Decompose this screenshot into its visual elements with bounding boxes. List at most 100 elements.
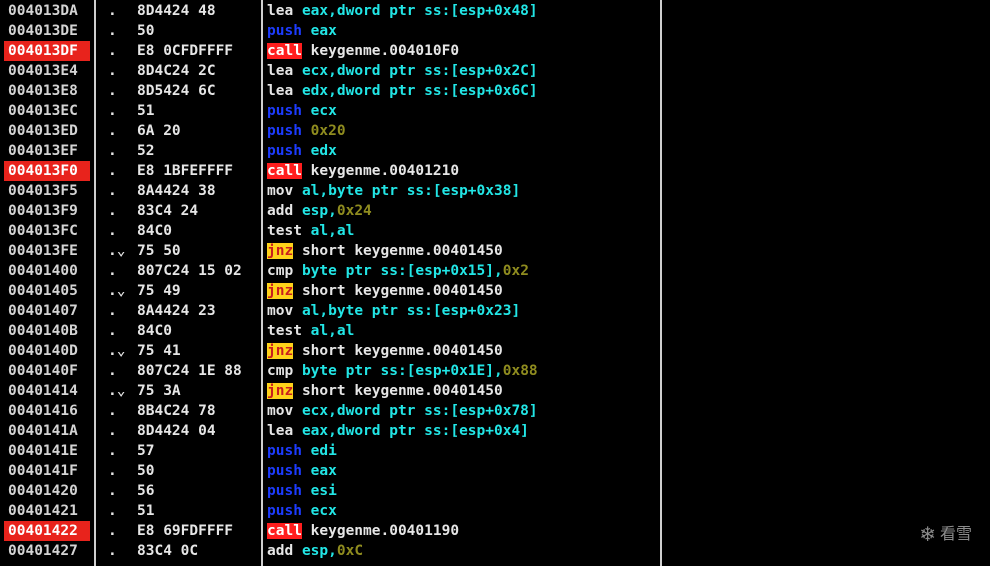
instruction-row[interactable]: 004013DE. 50 push eax	[0, 21, 990, 41]
disassembly-cell[interactable]: cmp byte ptr ss:[esp+0x15],0x2	[267, 261, 529, 281]
disassembly-cell[interactable]: add esp,0xC	[267, 541, 363, 561]
hex-dump-cell[interactable]: 75 49	[137, 281, 181, 301]
hex-dump-cell[interactable]: 83C4 0C	[137, 541, 198, 561]
instruction-row[interactable]: 00401421. 51 push ecx	[0, 501, 990, 521]
hex-dump-cell[interactable]: 807C24 15 02	[137, 261, 242, 281]
address-cell[interactable]: 00401416	[4, 401, 90, 421]
address-cell[interactable]: 004013F5	[4, 181, 90, 201]
address-cell[interactable]: 0040141A	[4, 421, 90, 441]
instruction-row[interactable]: 00401422. E8 69FDFFFF call keygenme.004011…	[0, 521, 990, 541]
address-cell[interactable]: 00401421	[4, 501, 90, 521]
instruction-row[interactable]: 004013E4. 8D4C24 2C lea ecx,dword ptr ss:[…	[0, 61, 990, 81]
hex-dump-cell[interactable]: 75 50	[137, 241, 181, 261]
address-cell[interactable]: 004013E4	[4, 61, 90, 81]
hex-dump-cell[interactable]: 6A 20	[137, 121, 181, 141]
disassembly-cell[interactable]: mov ecx,dword ptr ss:[esp+0x78]	[267, 401, 538, 421]
instruction-row[interactable]: 0040141F. 50 push eax	[0, 461, 990, 481]
disassembly-cell[interactable]: push esi	[267, 481, 337, 501]
disassembly-cell[interactable]: call keygenme.004010F0	[267, 41, 459, 61]
address-cell[interactable]: 004013FC	[4, 221, 90, 241]
hex-dump-cell[interactable]: 8D4424 48	[137, 1, 216, 21]
instruction-row[interactable]: 004013EC. 51 push ecx	[0, 101, 990, 121]
disassembly-cell[interactable]: push edx	[267, 141, 337, 161]
instruction-row[interactable]: 00401427. 83C4 0C add esp,0xC	[0, 541, 990, 561]
disassembly-cell[interactable]: lea eax,dword ptr ss:[esp+0x48]	[267, 1, 538, 21]
address-cell[interactable]: 00401405	[4, 281, 90, 301]
disassembly-cell[interactable]: push ecx	[267, 501, 337, 521]
disassembly-cell[interactable]: jnz short keygenme.00401450	[267, 381, 503, 401]
hex-dump-cell[interactable]: 8D4C24 2C	[137, 61, 216, 81]
address-cell[interactable]: 004013ED	[4, 121, 90, 141]
address-cell[interactable]: 00401420	[4, 481, 90, 501]
hex-dump-cell[interactable]: 56	[137, 481, 154, 501]
hex-dump-cell[interactable]: 8A4424 38	[137, 181, 216, 201]
address-cell[interactable]: 0040140D	[4, 341, 90, 361]
hex-dump-cell[interactable]: 8A4424 23	[137, 301, 216, 321]
hex-dump-cell[interactable]: 8D5424 6C	[137, 81, 216, 101]
instruction-row[interactable]: 004013DF. E8 0CFDFFFF call keygenme.004010…	[0, 41, 990, 61]
address-cell[interactable]: 00401414	[4, 381, 90, 401]
hex-dump-cell[interactable]: 83C4 24	[137, 201, 198, 221]
instruction-row[interactable]: 004013FC. 84C0 test al,al	[0, 221, 990, 241]
hex-dump-cell[interactable]: 75 41	[137, 341, 181, 361]
hex-dump-cell[interactable]: 51	[137, 101, 154, 121]
instruction-row[interactable]: 00401400. 807C24 15 02 cmp byte ptr ss:[es…	[0, 261, 990, 281]
disassembly-cell[interactable]: mov al,byte ptr ss:[esp+0x38]	[267, 181, 520, 201]
disassembly-cell[interactable]: mov al,byte ptr ss:[esp+0x23]	[267, 301, 520, 321]
instruction-row[interactable]: 004013F0. E8 1BFEFFFF call keygenme.004012…	[0, 161, 990, 181]
address-cell[interactable]: 004013F0	[4, 161, 90, 181]
disassembly-cell[interactable]: push 0x20	[267, 121, 346, 141]
disassembly-cell[interactable]: test al,al	[267, 321, 354, 341]
hex-dump-cell[interactable]: 57	[137, 441, 154, 461]
address-cell[interactable]: 004013EC	[4, 101, 90, 121]
disassembly-cell[interactable]: lea ecx,dword ptr ss:[esp+0x2C]	[267, 61, 538, 81]
address-cell[interactable]: 00401400	[4, 261, 90, 281]
instruction-row[interactable]: 004013E8. 8D5424 6C lea edx,dword ptr ss:[…	[0, 81, 990, 101]
address-cell[interactable]: 004013E8	[4, 81, 90, 101]
address-cell[interactable]: 00401407	[4, 301, 90, 321]
address-cell[interactable]: 0040140F	[4, 361, 90, 381]
address-cell[interactable]: 004013DF	[4, 41, 90, 61]
hex-dump-cell[interactable]: 50	[137, 461, 154, 481]
instruction-row[interactable]: 00401407. 8A4424 23 mov al,byte ptr ss:[es…	[0, 301, 990, 321]
disassembly-cell[interactable]: lea eax,dword ptr ss:[esp+0x4]	[267, 421, 529, 441]
hex-dump-cell[interactable]: 51	[137, 501, 154, 521]
instruction-row[interactable]: 004013F5. 8A4424 38 mov al,byte ptr ss:[es…	[0, 181, 990, 201]
disassembly-cell[interactable]: push edi	[267, 441, 337, 461]
address-cell[interactable]: 0040140B	[4, 321, 90, 341]
disassembly-cell[interactable]: push eax	[267, 21, 337, 41]
address-cell[interactable]: 00401427	[4, 541, 90, 561]
address-cell[interactable]: 004013EF	[4, 141, 90, 161]
instruction-row[interactable]: 0040141E. 57 push edi	[0, 441, 990, 461]
instruction-row[interactable]: 004013ED. 6A 20 push 0x20	[0, 121, 990, 141]
hex-dump-cell[interactable]: E8 1BFEFFFF	[137, 161, 233, 181]
disassembly-cell[interactable]: call keygenme.00401210	[267, 161, 459, 181]
address-cell[interactable]: 004013FE	[4, 241, 90, 261]
instruction-row[interactable]: 0040140F. 807C24 1E 88 cmp byte ptr ss:[es…	[0, 361, 990, 381]
instruction-row[interactable]: 0040140B. 84C0 test al,al	[0, 321, 990, 341]
address-cell[interactable]: 004013DE	[4, 21, 90, 41]
disassembly-cell[interactable]: jnz short keygenme.00401450	[267, 281, 503, 301]
hex-dump-cell[interactable]: 8B4C24 78	[137, 401, 216, 421]
hex-dump-cell[interactable]: 8D4424 04	[137, 421, 216, 441]
address-cell[interactable]: 00401422	[4, 521, 90, 541]
disassembly-cell[interactable]: push ecx	[267, 101, 337, 121]
disassembly-cell[interactable]: add esp,0x24	[267, 201, 372, 221]
instruction-row[interactable]: 004013EF. 52 push edx	[0, 141, 990, 161]
instruction-row[interactable]: 0040140D .⌄ 75 41 jnz short keygenme.004014…	[0, 341, 990, 361]
disassembly-cell[interactable]: cmp byte ptr ss:[esp+0x1E],0x88	[267, 361, 538, 381]
disassembly-cell[interactable]: jnz short keygenme.00401450	[267, 341, 503, 361]
address-cell[interactable]: 0040141E	[4, 441, 90, 461]
instruction-row[interactable]: 00401416. 8B4C24 78 mov ecx,dword ptr ss:[…	[0, 401, 990, 421]
hex-dump-cell[interactable]: 75 3A	[137, 381, 181, 401]
instruction-row[interactable]: 00401405 .⌄ 75 49 jnz short keygenme.004014…	[0, 281, 990, 301]
address-cell[interactable]: 0040141F	[4, 461, 90, 481]
hex-dump-cell[interactable]: E8 0CFDFFFF	[137, 41, 233, 61]
hex-dump-cell[interactable]: 84C0	[137, 321, 172, 341]
instruction-row[interactable]: 004013F9. 83C4 24 add esp,0x24	[0, 201, 990, 221]
address-cell[interactable]: 004013DA	[4, 1, 90, 21]
disassembly-cell[interactable]: lea edx,dword ptr ss:[esp+0x6C]	[267, 81, 538, 101]
instruction-row[interactable]: 00401420. 56 push esi	[0, 481, 990, 501]
disassembly-cell[interactable]: call keygenme.00401190	[267, 521, 459, 541]
hex-dump-cell[interactable]: 84C0	[137, 221, 172, 241]
